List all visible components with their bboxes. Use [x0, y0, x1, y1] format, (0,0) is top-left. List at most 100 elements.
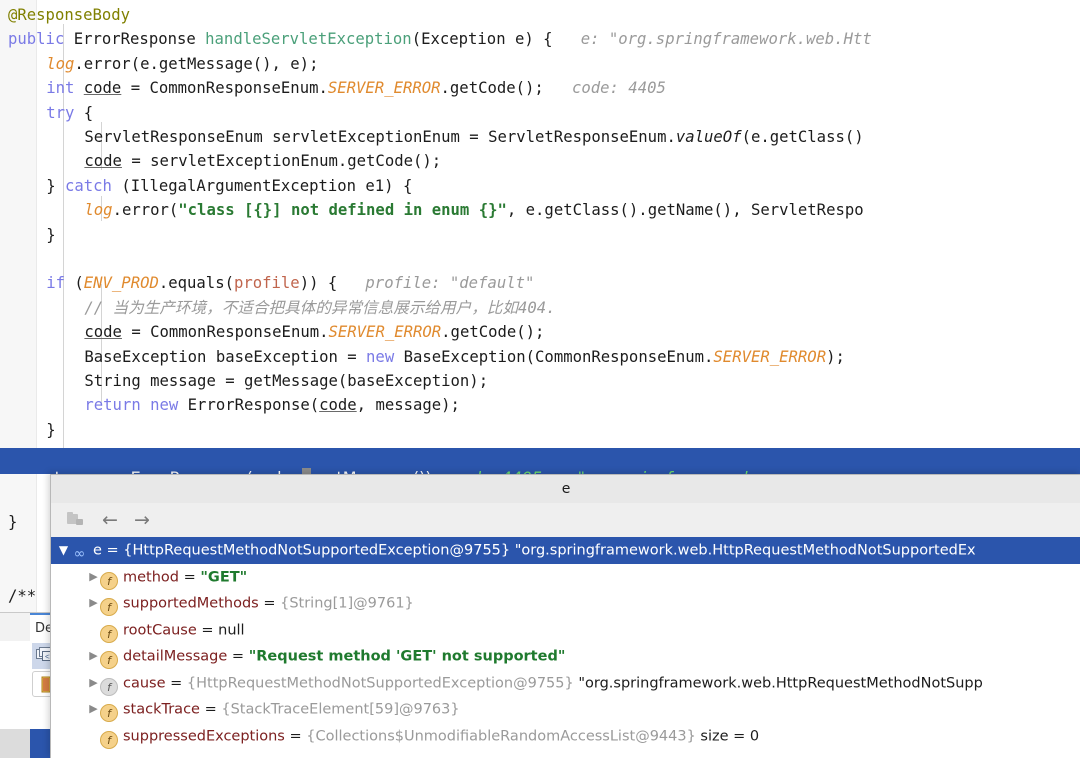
- code-token: .error(: [112, 201, 179, 220]
- arrow-right-icon: →: [134, 509, 150, 531]
- code-token: log: [46, 54, 75, 73]
- code-line-text: public ErrorResponse handleServletExcept…: [8, 27, 872, 51]
- code-token: code: [84, 323, 122, 342]
- code-line-text: log.error("class [{}] not defined in enu…: [84, 198, 863, 222]
- chevron-right-icon[interactable]: ▶: [87, 590, 100, 617]
- field-icon: f: [100, 704, 118, 723]
- code-token: @ResponseBody: [8, 6, 131, 24]
- back-button[interactable]: ←: [97, 508, 123, 532]
- code-token: .getCode();: [441, 323, 545, 342]
- code-line[interactable]: code = servletExceptionEnum.getCode();: [0, 149, 1080, 173]
- code-token: int: [46, 79, 84, 98]
- popup-toolbar[interactable]: ← →: [51, 503, 1080, 538]
- code-token: (IllegalArgumentException e1) {: [121, 176, 413, 195]
- code-line[interactable]: } catch (IllegalArgumentException e1) {: [0, 174, 1080, 198]
- code-line[interactable]: if (ENV_PROD.equals(profile)) { profile:…: [0, 271, 1080, 295]
- frames-icon: [67, 512, 83, 525]
- variable-row[interactable]: ▶ f cause = {HttpRequestMethodNotSupported…: [51, 670, 1080, 697]
- chevron-right-icon[interactable]: ▶: [87, 723, 100, 750]
- variable-row[interactable]: ▶ f stackTrace = {StackTraceElement[59]@97…: [51, 696, 1080, 723]
- code-token: code: 4405: [543, 79, 666, 98]
- variable-row[interactable]: ▼ ∞ e = {HttpRequestMethodNotSupportedExce…: [51, 537, 1080, 564]
- code-token: .getCode();: [440, 79, 544, 98]
- code-token: .error(e.getMessage(), e);: [74, 54, 319, 73]
- code-token: SERVER_ERROR: [328, 323, 442, 342]
- chevron-right-icon[interactable]: ▶: [87, 643, 100, 670]
- code-token: new: [366, 347, 404, 366]
- tool-window-left-strip: [0, 641, 31, 729]
- equals-sign: =: [227, 648, 249, 665]
- variable-name: supportedMethods: [123, 595, 259, 612]
- code-token: code: [84, 152, 122, 171]
- code-line-text: BaseException baseException = new BaseEx…: [84, 345, 844, 369]
- code-token: }: [46, 225, 56, 244]
- code-lines[interactable]: @ResponseBody public ErrorResponse handle…: [0, 0, 1080, 520]
- code-line[interactable]: // 当为生产环境，不适合把具体的异常信息展示给用户，比如404.: [0, 296, 1080, 320]
- code-line[interactable]: try {: [0, 101, 1080, 125]
- code-token: {: [83, 103, 94, 122]
- code-line[interactable]: return new ErrorResponse(code, message);: [0, 393, 1080, 417]
- code-token: BaseException(CommonResponseEnum.: [403, 347, 714, 366]
- code-token: SERVER_ERROR: [327, 79, 441, 98]
- code-token: code: [319, 396, 357, 415]
- variables-tree[interactable]: ▼ ∞ e = {HttpRequestMethodNotSupportedExce…: [51, 537, 1080, 758]
- code-line[interactable]: log.error(e.getMessage(), e);: [0, 52, 1080, 76]
- code-line[interactable]: String message = getMessage(baseExceptio…: [0, 369, 1080, 393]
- variable-row[interactable]: ▶ f detailMessage = "Request method 'GET' …: [51, 643, 1080, 670]
- code-token: "class [{}] not defined in enum {}": [178, 201, 507, 220]
- inspect-value-popup[interactable]: e ← → ▼ ∞ e = {HttpRequestMethodNotSupport…: [50, 474, 1080, 758]
- code-token: ENV_PROD: [83, 274, 159, 293]
- variable-row[interactable]: ▶ f method = "GET": [51, 564, 1080, 591]
- code-token: (: [74, 274, 84, 293]
- popup-title: e: [561, 481, 571, 497]
- equals-sign: =: [165, 674, 187, 691]
- variable-name: e: [93, 542, 102, 559]
- code-token: )) {: [299, 274, 338, 293]
- code-line[interactable]: public ErrorResponse handleServletExcept…: [0, 27, 1080, 51]
- code-token: BaseException baseException =: [84, 347, 367, 366]
- code-token: public: [8, 30, 74, 49]
- code-line[interactable]: code = CommonResponseEnum.SERVER_ERROR.g…: [0, 320, 1080, 344]
- code-line-text: return new ErrorResponse(code, message);: [84, 393, 460, 417]
- frames-button[interactable]: [65, 508, 91, 532]
- code-line-text: log.error(e.getMessage(), e);: [46, 52, 318, 76]
- chevron-right-icon[interactable]: ▶: [87, 617, 100, 644]
- code-token: .equals(: [158, 274, 234, 293]
- code-token: return new: [84, 396, 188, 415]
- variable-row[interactable]: ▶ f supportedMethods = {String[1]@9761}: [51, 590, 1080, 617]
- executing-line[interactable]: return new ErrorResponse(code, e.getMess…: [0, 448, 1080, 487]
- code-line[interactable]: ServletResponseEnum servletExceptionEnum…: [0, 125, 1080, 149]
- variable-reference: {HttpRequestMethodNotSupportedException@…: [186, 674, 574, 691]
- code-line-text: @ResponseBody: [8, 3, 130, 27]
- variable-row[interactable]: ▶f rootCause = null: [51, 617, 1080, 644]
- code-line-text: code = servletExceptionEnum.getCode();: [84, 149, 441, 173]
- chevron-right-icon[interactable]: ▶: [87, 696, 100, 723]
- chevron-down-icon[interactable]: ▼: [57, 537, 70, 564]
- code-token: // 当为生产环境，不适合把具体的异常信息展示给用户，比如404.: [84, 298, 556, 317]
- background-code-line: }: [8, 513, 18, 531]
- code-line[interactable]: [0, 247, 1080, 271]
- code-line[interactable]: @ResponseBody: [0, 3, 1080, 27]
- variable-row[interactable]: ▶f suppressedExceptions = {Collections$Un…: [51, 723, 1080, 750]
- variable-size: size = 0: [695, 727, 760, 744]
- code-line-text: } catch (IllegalArgumentException e1) {: [46, 174, 412, 198]
- code-token: }: [46, 420, 56, 439]
- equals-sign: =: [101, 542, 124, 559]
- field-icon: f: [100, 730, 118, 749]
- tool-window-left-footer: [0, 729, 30, 758]
- equals-sign: =: [258, 595, 281, 612]
- code-line[interactable]: log.error("class [{}] not defined in enu…: [0, 198, 1080, 222]
- code-token: , message);: [356, 396, 460, 415]
- code-line[interactable]: int code = CommonResponseEnum.SERVER_ERR…: [0, 76, 1080, 100]
- field-icon: f: [100, 624, 118, 643]
- variable-reference: {StackTraceElement[59]@9763}: [221, 701, 460, 718]
- code-line[interactable]: }: [0, 223, 1080, 247]
- forward-button[interactable]: →: [129, 508, 155, 532]
- code-line[interactable]: BaseException baseException = new BaseEx…: [0, 345, 1080, 369]
- chevron-right-icon[interactable]: ▶: [87, 564, 100, 591]
- code-token: if: [46, 274, 75, 293]
- code-token: String message = getMessage(baseExceptio…: [84, 372, 489, 390]
- code-line[interactable]: }: [0, 418, 1080, 442]
- chevron-right-icon[interactable]: ▶: [87, 670, 100, 697]
- variable-value-tail: "org.springframework.web.HttpRequestMeth…: [510, 542, 976, 559]
